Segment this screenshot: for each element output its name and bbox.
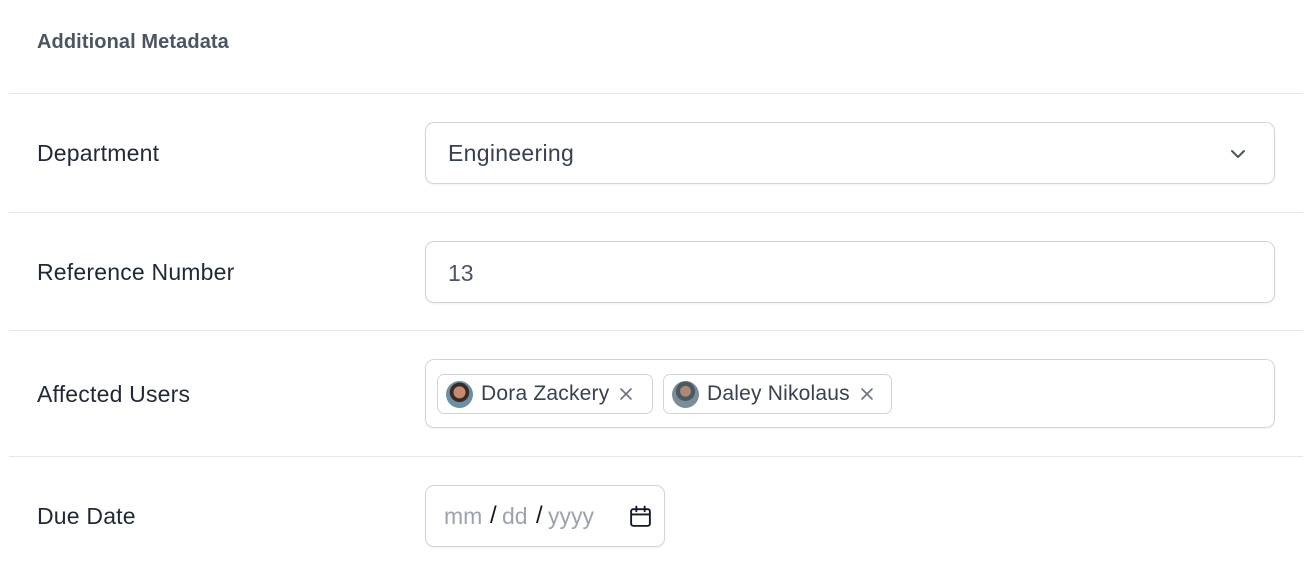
date-day-placeholder[interactable]: dd [502,503,528,530]
user-chip: Daley Nikolaus [663,374,892,414]
chevron-down-icon [1231,150,1245,158]
date-separator: / [536,502,543,529]
close-icon[interactable] [619,387,633,401]
divider [9,330,1303,331]
close-icon[interactable] [860,387,874,401]
department-select[interactable]: Engineering [425,122,1275,184]
avatar [672,380,699,408]
date-month-placeholder[interactable]: mm [444,503,482,530]
user-chip-name: Daley Nikolaus [707,382,850,405]
avatar [446,380,473,408]
user-chip-name: Dora Zackery [481,382,610,405]
section-title: Additional Metadata [37,31,229,53]
calendar-icon[interactable] [628,504,653,529]
date-separator: / [490,502,497,529]
due-date-label: Due Date [37,503,136,529]
reference-number-label: Reference Number [37,259,235,285]
user-chip: Dora Zackery [437,374,653,414]
affected-users-input[interactable]: Dora Zackery Daley Nikolaus [425,359,1275,428]
reference-number-value: 13 [448,260,474,286]
department-select-value: Engineering [448,140,575,166]
department-label: Department [37,140,160,166]
due-date-input[interactable]: mm / dd / yyyy [425,485,665,547]
date-year-placeholder[interactable]: yyyy [548,503,594,530]
divider [9,212,1303,213]
divider [9,456,1303,457]
reference-number-input[interactable]: 13 [425,241,1275,303]
divider [9,93,1303,94]
affected-users-label: Affected Users [37,381,191,407]
